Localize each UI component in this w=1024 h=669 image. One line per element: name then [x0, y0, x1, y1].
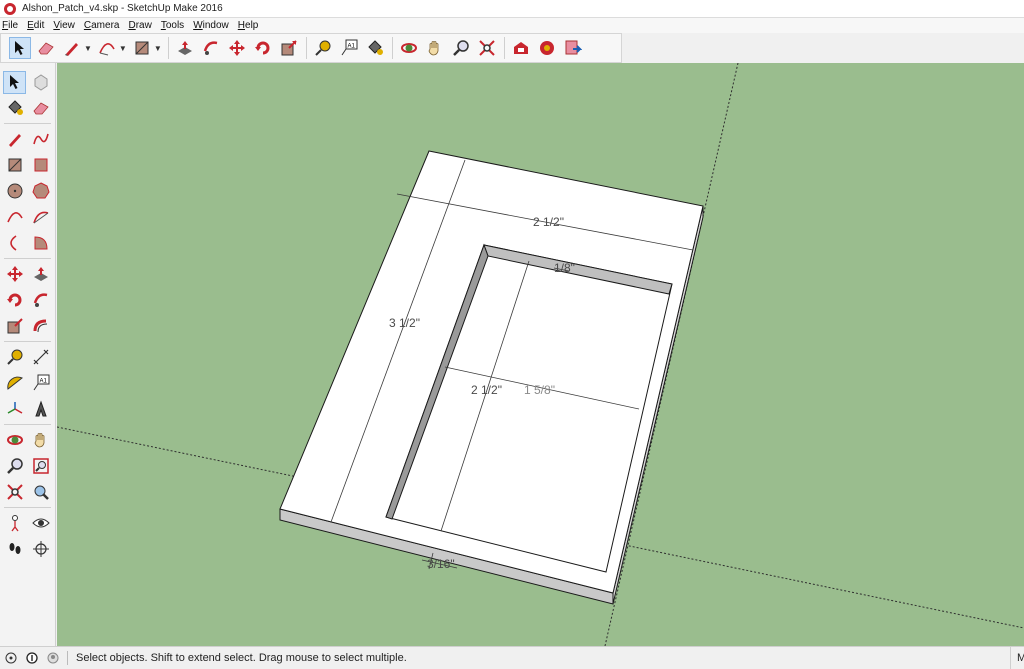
toolbar-separator — [391, 37, 393, 59]
offset-icon[interactable] — [29, 315, 52, 338]
sketchup-logo-icon — [4, 2, 16, 15]
pan-icon[interactable] — [424, 37, 446, 59]
dim-outer-width[interactable]: 2 1/2" — [533, 215, 564, 229]
zoom-window-icon[interactable] — [29, 455, 52, 478]
make-component-icon[interactable] — [29, 71, 52, 94]
3d-text-icon[interactable] — [29, 398, 52, 421]
line-icon[interactable] — [3, 128, 26, 151]
status-hint: Select objects. Shift to extend select. … — [76, 652, 407, 664]
svg-text:A1: A1 — [39, 379, 47, 385]
menu-window[interactable]: Window — [193, 20, 229, 31]
push-pull-icon[interactable] — [29, 263, 52, 286]
follow-me-icon[interactable] — [200, 37, 222, 59]
zoom-extents-icon[interactable] — [476, 37, 498, 59]
push-pull-icon[interactable] — [174, 37, 196, 59]
menu-file[interactable]: File — [2, 20, 18, 31]
orbit-icon[interactable] — [398, 37, 420, 59]
arc-dropdown-icon[interactable]: ▼ — [119, 44, 127, 53]
polygon-icon[interactable] — [29, 180, 52, 203]
dim-outer-length[interactable]: 3 1/2" — [389, 316, 420, 330]
freehand-icon[interactable] — [29, 128, 52, 151]
rectangle-icon[interactable] — [131, 37, 153, 59]
dimension-icon[interactable] — [29, 346, 52, 369]
scale-icon[interactable] — [3, 315, 26, 338]
palette-separator — [4, 424, 51, 425]
svg-text:A1: A1 — [347, 44, 355, 50]
move-icon[interactable] — [226, 37, 248, 59]
select-icon[interactable] — [9, 37, 31, 59]
previous-view-icon[interactable] — [29, 481, 52, 504]
circle-icon[interactable] — [3, 180, 26, 203]
dim-inner-length[interactable]: 1 5/8" — [524, 383, 555, 397]
title-bar: Alshon_Patch_v4.skp - SketchUp Make 2016 — [0, 0, 1024, 18]
measurements-box-label[interactable]: Me — [1010, 647, 1024, 669]
main-toolbar: ▼ ▼ ▼ A1 — [0, 33, 622, 63]
pie-icon[interactable] — [29, 232, 52, 255]
walk-icon[interactable] — [3, 538, 26, 561]
menu-help[interactable]: Help — [238, 20, 259, 31]
scale-icon[interactable] — [278, 37, 300, 59]
menu-tools[interactable]: Tools — [161, 20, 184, 31]
menu-edit[interactable]: Edit — [27, 20, 44, 31]
two-point-arc-icon[interactable] — [29, 206, 52, 229]
model-canvas[interactable]: 2 1/2" 3 1/2" 2 1/2" 1 5/8" 1/8" 3/16" — [57, 63, 1024, 646]
menu-bar: File Edit View Camera Draw Tools Window … — [0, 18, 1024, 33]
send-to-layout-icon[interactable] — [562, 37, 584, 59]
zoom-extents-icon[interactable] — [3, 481, 26, 504]
dim-thickness[interactable]: 3/16" — [427, 557, 455, 571]
menu-draw[interactable]: Draw — [128, 20, 151, 31]
rotated-rectangle-icon[interactable] — [29, 154, 52, 177]
palette-separator — [4, 507, 51, 508]
user-sign-in-icon[interactable] — [46, 652, 59, 665]
rectangle-icon[interactable] — [3, 154, 26, 177]
extension-warehouse-icon[interactable] — [536, 37, 558, 59]
select-icon[interactable] — [3, 70, 26, 94]
menu-camera[interactable]: Camera — [84, 20, 120, 31]
eraser-icon[interactable] — [35, 37, 57, 59]
tape-measure-icon[interactable] — [3, 346, 26, 369]
status-bar: Select objects. Shift to extend select. … — [0, 646, 1024, 669]
three-point-arc-icon[interactable] — [3, 232, 26, 255]
palette-separator — [4, 258, 51, 259]
credits-icon[interactable] — [25, 652, 38, 665]
tape-measure-icon[interactable] — [312, 37, 334, 59]
paint-bucket-icon[interactable] — [3, 97, 26, 120]
geo-location-icon[interactable] — [4, 652, 17, 665]
paint-bucket-icon[interactable] — [364, 37, 386, 59]
warehouse-icon[interactable] — [510, 37, 532, 59]
position-camera-icon[interactable] — [3, 512, 26, 535]
orbit-icon[interactable] — [3, 429, 26, 452]
arc-icon[interactable] — [3, 206, 26, 229]
palette-separator — [4, 341, 51, 342]
pencil-dropdown-icon[interactable]: ▼ — [84, 44, 92, 53]
status-separator — [67, 651, 68, 665]
rotate-icon[interactable] — [252, 37, 274, 59]
dim-recess-depth[interactable]: 1/8" — [554, 261, 575, 275]
section-plane-icon[interactable] — [29, 538, 52, 561]
move-icon[interactable] — [3, 263, 26, 286]
zoom-icon[interactable] — [450, 37, 472, 59]
protractor-icon[interactable] — [3, 372, 26, 395]
toolbar-separator — [167, 37, 169, 59]
tool-palette: A1 — [0, 63, 56, 646]
text-icon[interactable]: A1 — [338, 37, 360, 59]
pan-icon[interactable] — [29, 429, 52, 452]
pencil-icon[interactable] — [61, 37, 83, 59]
toolbar-separator — [305, 37, 307, 59]
rotate-icon[interactable] — [3, 289, 26, 312]
follow-me-icon[interactable] — [29, 289, 52, 312]
palette-separator — [4, 123, 51, 124]
text-icon[interactable]: A1 — [29, 372, 52, 395]
menu-view[interactable]: View — [53, 20, 75, 31]
window-title: Alshon_Patch_v4.skp - SketchUp Make 2016 — [22, 3, 223, 14]
dim-inner-width[interactable]: 2 1/2" — [471, 383, 502, 397]
rectangle-dropdown-icon[interactable]: ▼ — [154, 44, 162, 53]
axes-icon[interactable] — [3, 398, 26, 421]
toolbar-separator — [503, 37, 505, 59]
zoom-icon[interactable] — [3, 455, 26, 478]
model-viewport[interactable]: 2 1/2" 3 1/2" 2 1/2" 1 5/8" 1/8" 3/16" — [57, 63, 1024, 646]
eraser-icon[interactable] — [29, 97, 52, 120]
look-around-icon[interactable] — [29, 512, 52, 535]
arc-icon[interactable] — [96, 37, 118, 59]
